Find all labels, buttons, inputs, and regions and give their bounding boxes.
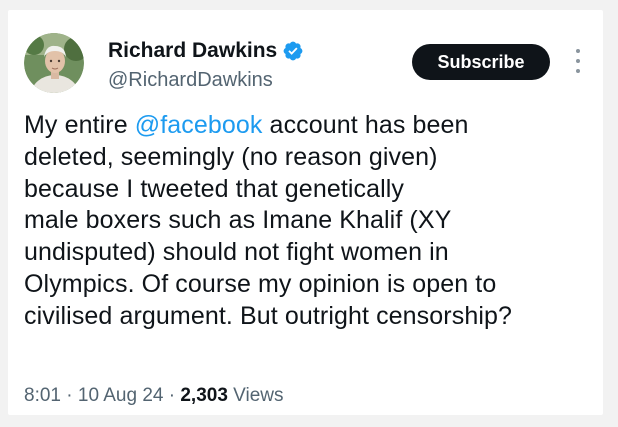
tweet-text-before: My entire: [24, 111, 135, 139]
avatar[interactable]: [24, 33, 84, 93]
tweet-date[interactable]: 10 Aug 24: [78, 385, 164, 406]
meta-separator: ·: [60, 385, 78, 406]
mention-link[interactable]: @facebook: [135, 111, 263, 139]
views-count: 2,303: [180, 385, 228, 406]
tweet-time[interactable]: 8:01: [24, 385, 61, 406]
vertical-ellipsis-icon[interactable]: [572, 43, 584, 79]
meta-separator: ·: [163, 385, 181, 406]
tweet-meta: 8:01 · 10 Aug 24 · 2,303 Views: [24, 384, 284, 408]
tweet-card: Richard Dawkins @RichardDawkins Subscrib…: [8, 10, 603, 415]
author-name[interactable]: Richard Dawkins: [108, 39, 277, 63]
views-label: Views: [227, 385, 284, 406]
tweet-text-after: account has been deleted, seemingly (no …: [24, 111, 512, 330]
author-handle[interactable]: @RichardDawkins: [108, 68, 273, 92]
subscribe-button[interactable]: Subscribe: [412, 44, 550, 80]
tweet-text: My entire @facebook account has been del…: [24, 110, 599, 333]
author-name-row[interactable]: Richard Dawkins: [108, 39, 304, 63]
profile-photo: [24, 33, 84, 93]
verified-badge-icon: [282, 40, 304, 62]
